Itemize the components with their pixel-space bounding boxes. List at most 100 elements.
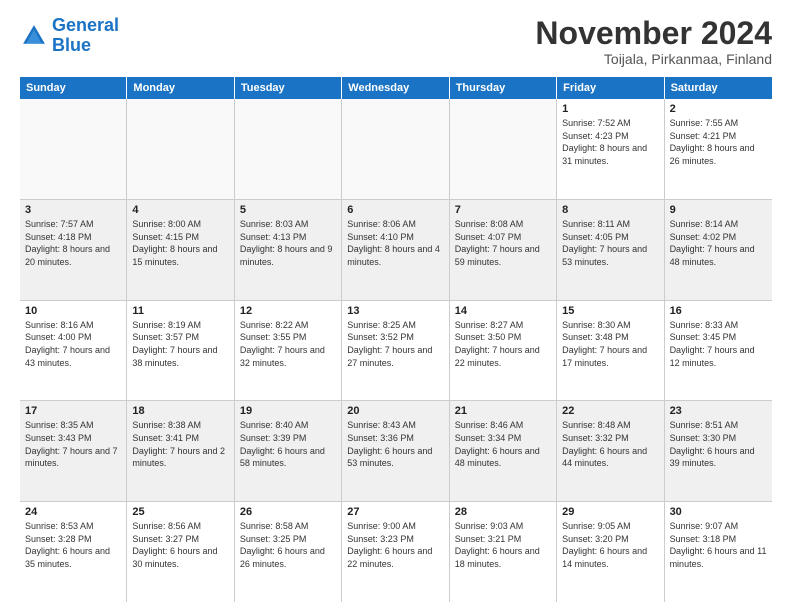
day-number: 25 — [132, 506, 228, 518]
day-info: Sunrise: 8:53 AM Sunset: 3:28 PM Dayligh… — [25, 520, 121, 570]
day-number: 19 — [240, 405, 336, 417]
day-number: 27 — [347, 506, 443, 518]
day-info: Sunrise: 8:00 AM Sunset: 4:15 PM Dayligh… — [132, 218, 228, 268]
day-number: 11 — [132, 305, 228, 317]
logo-text: General Blue — [52, 16, 119, 56]
main-title: November 2024 — [535, 16, 772, 51]
header-day-friday: Friday — [557, 77, 664, 99]
day-number: 1 — [562, 103, 658, 115]
cal-cell: 5 Sunrise: 8:03 AM Sunset: 4:13 PM Daylig… — [235, 200, 342, 300]
day-number: 22 — [562, 405, 658, 417]
cal-cell: 26 Sunrise: 8:58 AM Sunset: 3:25 PM Dayli… — [235, 502, 342, 602]
day-number: 18 — [132, 405, 228, 417]
day-number: 20 — [347, 405, 443, 417]
day-info: Sunrise: 9:03 AM Sunset: 3:21 PM Dayligh… — [455, 520, 551, 570]
cal-cell — [235, 99, 342, 199]
cal-cell — [127, 99, 234, 199]
day-info: Sunrise: 8:30 AM Sunset: 3:48 PM Dayligh… — [562, 319, 658, 369]
day-info: Sunrise: 8:16 AM Sunset: 4:00 PM Dayligh… — [25, 319, 121, 369]
cal-cell: 23 Sunrise: 8:51 AM Sunset: 3:30 PM Dayli… — [665, 401, 772, 501]
header: General Blue November 2024 Toijala, Pirk… — [20, 16, 772, 67]
header-day-tuesday: Tuesday — [235, 77, 342, 99]
day-number: 14 — [455, 305, 551, 317]
calendar-header: SundayMondayTuesdayWednesdayThursdayFrid… — [20, 77, 772, 99]
header-day-thursday: Thursday — [450, 77, 557, 99]
day-info: Sunrise: 8:27 AM Sunset: 3:50 PM Dayligh… — [455, 319, 551, 369]
day-number: 6 — [347, 204, 443, 216]
day-info: Sunrise: 8:11 AM Sunset: 4:05 PM Dayligh… — [562, 218, 658, 268]
cal-cell: 17 Sunrise: 8:35 AM Sunset: 3:43 PM Dayli… — [20, 401, 127, 501]
day-number: 24 — [25, 506, 121, 518]
day-info: Sunrise: 8:03 AM Sunset: 4:13 PM Dayligh… — [240, 218, 336, 268]
day-number: 21 — [455, 405, 551, 417]
cal-cell: 21 Sunrise: 8:46 AM Sunset: 3:34 PM Dayli… — [450, 401, 557, 501]
cal-cell: 11Sunrise: 8:19 AM Sunset: 3:57 PM Dayli… — [127, 301, 234, 401]
cal-cell: 1 Sunrise: 7:52 AM Sunset: 4:23 PM Daylig… — [557, 99, 664, 199]
cal-cell: 9 Sunrise: 8:14 AM Sunset: 4:02 PM Daylig… — [665, 200, 772, 300]
day-number: 30 — [670, 506, 767, 518]
calendar-row-5: 24 Sunrise: 8:53 AM Sunset: 3:28 PM Dayli… — [20, 502, 772, 602]
cal-cell: 29 Sunrise: 9:05 AM Sunset: 3:20 PM Dayli… — [557, 502, 664, 602]
header-day-wednesday: Wednesday — [342, 77, 449, 99]
day-info: Sunrise: 8:58 AM Sunset: 3:25 PM Dayligh… — [240, 520, 336, 570]
day-number: 7 — [455, 204, 551, 216]
cal-cell: 24 Sunrise: 8:53 AM Sunset: 3:28 PM Dayli… — [20, 502, 127, 602]
cal-cell: 12Sunrise: 8:22 AM Sunset: 3:55 PM Dayli… — [235, 301, 342, 401]
day-info: Sunrise: 8:14 AM Sunset: 4:02 PM Dayligh… — [670, 218, 767, 268]
calendar-row-2: 3Sunrise: 7:57 AM Sunset: 4:18 PM Daylig… — [20, 200, 772, 301]
day-number: 13 — [347, 305, 443, 317]
cal-cell — [20, 99, 127, 199]
calendar: SundayMondayTuesdayWednesdayThursdayFrid… — [20, 77, 772, 602]
day-info: Sunrise: 9:05 AM Sunset: 3:20 PM Dayligh… — [562, 520, 658, 570]
day-number: 2 — [670, 103, 767, 115]
subtitle: Toijala, Pirkanmaa, Finland — [535, 51, 772, 67]
day-info: Sunrise: 7:55 AM Sunset: 4:21 PM Dayligh… — [670, 117, 767, 167]
calendar-body: 1 Sunrise: 7:52 AM Sunset: 4:23 PM Daylig… — [20, 99, 772, 602]
day-info: Sunrise: 8:46 AM Sunset: 3:34 PM Dayligh… — [455, 419, 551, 469]
cal-cell: 3Sunrise: 7:57 AM Sunset: 4:18 PM Daylig… — [20, 200, 127, 300]
cal-cell: 10 Sunrise: 8:16 AM Sunset: 4:00 PM Dayli… — [20, 301, 127, 401]
day-info: Sunrise: 8:35 AM Sunset: 3:43 PM Dayligh… — [25, 419, 121, 469]
cal-cell: 2 Sunrise: 7:55 AM Sunset: 4:21 PM Daylig… — [665, 99, 772, 199]
cal-cell: 13 Sunrise: 8:25 AM Sunset: 3:52 PM Dayli… — [342, 301, 449, 401]
cal-cell: 28Sunrise: 9:03 AM Sunset: 3:21 PM Dayli… — [450, 502, 557, 602]
cal-cell — [450, 99, 557, 199]
day-info: Sunrise: 8:08 AM Sunset: 4:07 PM Dayligh… — [455, 218, 551, 268]
day-info: Sunrise: 7:52 AM Sunset: 4:23 PM Dayligh… — [562, 117, 658, 167]
cal-cell: 7 Sunrise: 8:08 AM Sunset: 4:07 PM Daylig… — [450, 200, 557, 300]
day-info: Sunrise: 8:33 AM Sunset: 3:45 PM Dayligh… — [670, 319, 767, 369]
day-number: 16 — [670, 305, 767, 317]
day-number: 23 — [670, 405, 767, 417]
day-number: 4 — [132, 204, 228, 216]
cal-cell: 27Sunrise: 9:00 AM Sunset: 3:23 PM Dayli… — [342, 502, 449, 602]
day-info: Sunrise: 8:48 AM Sunset: 3:32 PM Dayligh… — [562, 419, 658, 469]
day-number: 10 — [25, 305, 121, 317]
day-number: 9 — [670, 204, 767, 216]
day-info: Sunrise: 8:56 AM Sunset: 3:27 PM Dayligh… — [132, 520, 228, 570]
cal-cell: 20 Sunrise: 8:43 AM Sunset: 3:36 PM Dayli… — [342, 401, 449, 501]
cal-cell: 16 Sunrise: 8:33 AM Sunset: 3:45 PM Dayli… — [665, 301, 772, 401]
day-info: Sunrise: 8:51 AM Sunset: 3:30 PM Dayligh… — [670, 419, 767, 469]
day-number: 26 — [240, 506, 336, 518]
cal-cell: 25 Sunrise: 8:56 AM Sunset: 3:27 PM Dayli… — [127, 502, 234, 602]
day-info: Sunrise: 8:38 AM Sunset: 3:41 PM Dayligh… — [132, 419, 228, 469]
logo: General Blue — [20, 16, 119, 56]
day-info: Sunrise: 9:07 AM Sunset: 3:18 PM Dayligh… — [670, 520, 767, 570]
header-day-monday: Monday — [127, 77, 234, 99]
cal-cell — [342, 99, 449, 199]
day-info: Sunrise: 8:43 AM Sunset: 3:36 PM Dayligh… — [347, 419, 443, 469]
logo-icon — [20, 22, 48, 50]
cal-cell: 14 Sunrise: 8:27 AM Sunset: 3:50 PM Dayli… — [450, 301, 557, 401]
day-number: 17 — [25, 405, 121, 417]
day-info: Sunrise: 8:25 AM Sunset: 3:52 PM Dayligh… — [347, 319, 443, 369]
title-area: November 2024 Toijala, Pirkanmaa, Finlan… — [535, 16, 772, 67]
logo-line2: Blue — [52, 35, 91, 55]
day-number: 5 — [240, 204, 336, 216]
day-number: 29 — [562, 506, 658, 518]
cal-cell: 4 Sunrise: 8:00 AM Sunset: 4:15 PM Daylig… — [127, 200, 234, 300]
cal-cell: 19Sunrise: 8:40 AM Sunset: 3:39 PM Dayli… — [235, 401, 342, 501]
cal-cell: 8Sunrise: 8:11 AM Sunset: 4:05 PM Daylig… — [557, 200, 664, 300]
day-info: Sunrise: 8:22 AM Sunset: 3:55 PM Dayligh… — [240, 319, 336, 369]
cal-cell: 6Sunrise: 8:06 AM Sunset: 4:10 PM Daylig… — [342, 200, 449, 300]
header-day-sunday: Sunday — [20, 77, 127, 99]
